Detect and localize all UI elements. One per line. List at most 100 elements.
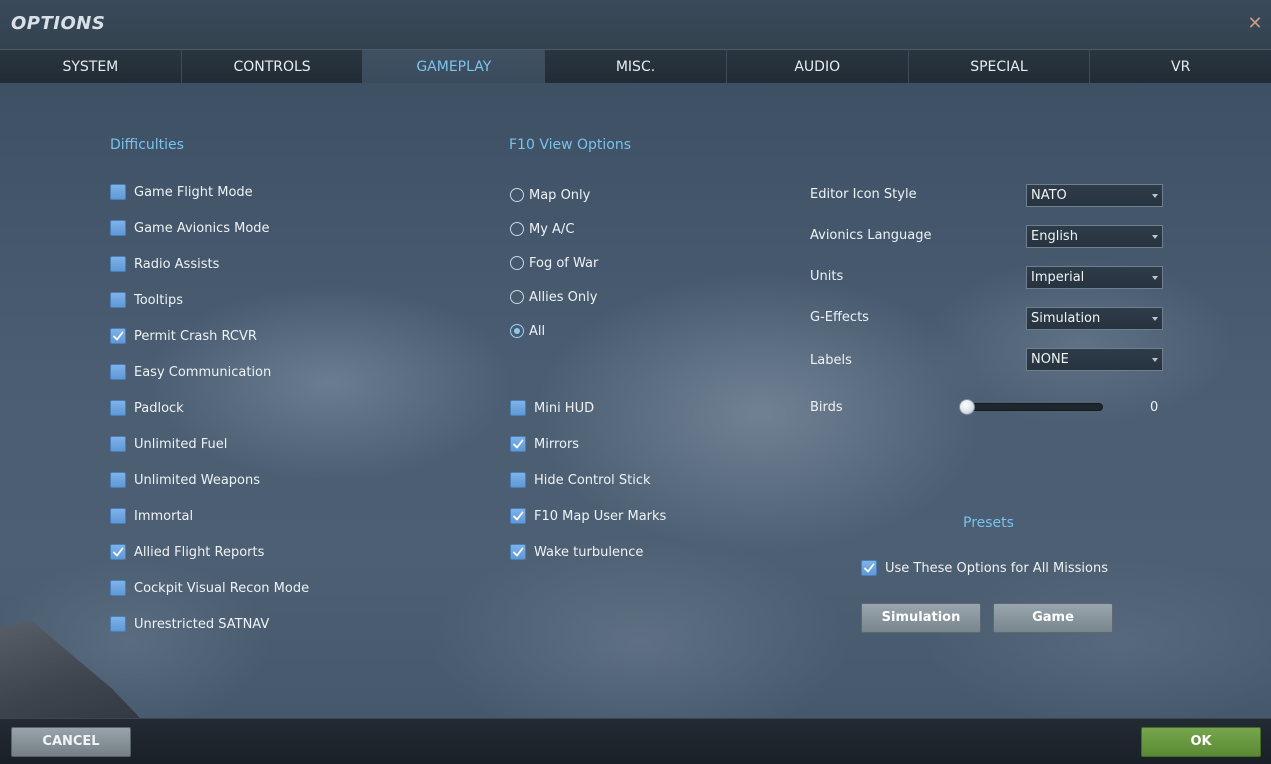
tab-system[interactable]: SYSTEM [0, 49, 182, 83]
checkbox-box [110, 472, 126, 488]
checkbox-label: Immortal [134, 508, 194, 524]
close-icon[interactable]: ✕ [1245, 14, 1265, 34]
difficulty-unlimited-fuel-checkbox[interactable]: Unlimited Fuel [110, 434, 227, 454]
checkmark-icon [513, 439, 524, 449]
use-for-all-missions-label: Use These Options for All Missions [885, 560, 1108, 576]
radio-label: Map Only [529, 187, 591, 203]
chevron-down-icon [1152, 317, 1158, 321]
checkbox-label: Unlimited Fuel [134, 436, 228, 452]
checkbox-box [110, 580, 126, 596]
checkbox-box [110, 220, 126, 236]
difficulty-radio-assists-checkbox[interactable]: Radio Assists [110, 254, 219, 274]
radio-dot [514, 328, 520, 334]
difficulty-game-flight-mode-checkbox[interactable]: Game Flight Mode [110, 182, 253, 202]
checkbox-box [110, 364, 126, 380]
presets-heading: Presets [963, 515, 1014, 531]
radio-button-circle [510, 188, 524, 202]
difficulty-unlimited-weapons-checkbox[interactable]: Unlimited Weapons [110, 470, 260, 490]
radio-label: All [529, 323, 546, 339]
difficulty-easy-communication-checkbox[interactable]: Easy Communication [110, 362, 271, 382]
checkbox-box [861, 560, 877, 576]
difficulty-unrestricted-satnav-checkbox[interactable]: Unrestricted SATNAV [110, 614, 269, 634]
birds-slider-track[interactable] [966, 403, 1103, 411]
f10-option-allies-only-radio[interactable]: Allies Only [510, 287, 597, 307]
checkbox-label: Tooltips [134, 292, 183, 308]
dropdown-value: Simulation [1031, 311, 1101, 326]
dropdown-value: Imperial [1031, 270, 1085, 285]
view-mirrors-checkbox[interactable]: Mirrors [510, 434, 579, 454]
dropdown-value: NATO [1031, 188, 1067, 203]
difficulty-game-avionics-mode-checkbox[interactable]: Game Avionics Mode [110, 218, 270, 238]
checkbox-label: Easy Communication [134, 364, 272, 380]
f10-option-fog-of-war-radio[interactable]: Fog of War [510, 253, 598, 273]
checkbox-box [110, 616, 126, 632]
f10-option-map-only-radio[interactable]: Map Only [510, 185, 590, 205]
radio-button-circle [510, 324, 524, 338]
checkbox-label: Hide Control Stick [534, 472, 651, 488]
checkbox-box [110, 328, 126, 344]
difficulties-heading: Difficulties [110, 137, 184, 153]
g-effects-dropdown[interactable]: Simulation [1026, 307, 1163, 330]
game-preset-button[interactable]: Game [993, 603, 1113, 633]
f10-option-all-radio[interactable]: All [510, 321, 545, 341]
checkmark-icon [513, 547, 524, 557]
checkbox-box [510, 436, 526, 452]
units-label: Units [810, 269, 844, 284]
chevron-down-icon [1152, 194, 1158, 198]
avionics-language-label: Avionics Language [810, 228, 932, 243]
cancel-button[interactable]: CANCEL [11, 727, 131, 757]
tab-audio[interactable]: AUDIO [726, 49, 909, 83]
f10-option-my-a-c-radio[interactable]: My A/C [510, 219, 574, 239]
editor-icon-style-label: Editor Icon Style [810, 187, 917, 202]
dropdown-value: English [1031, 229, 1078, 244]
checkbox-box [110, 544, 126, 560]
difficulty-cockpit-visual-recon-mode-checkbox[interactable]: Cockpit Visual Recon Mode [110, 578, 309, 598]
radio-button-circle [510, 256, 524, 270]
checkbox-label: Mini HUD [534, 400, 595, 416]
checkbox-box [110, 400, 126, 416]
checkbox-box [510, 400, 526, 416]
window-title: OPTIONS [11, 13, 106, 34]
checkmark-icon [864, 563, 875, 573]
checkbox-label: Radio Assists [134, 256, 220, 272]
view-mini-hud-checkbox[interactable]: Mini HUD [510, 398, 594, 418]
labels-dropdown[interactable]: NONE [1026, 348, 1163, 371]
birds-slider-handle[interactable] [959, 399, 975, 415]
footer-bar [0, 718, 1271, 764]
difficulty-immortal-checkbox[interactable]: Immortal [110, 506, 193, 526]
tab-vr[interactable]: VR [1090, 49, 1271, 83]
checkbox-label: Unlimited Weapons [134, 472, 261, 488]
tab-gameplay[interactable]: GAMEPLAY [363, 49, 546, 83]
avionics-language-dropdown[interactable]: English [1026, 225, 1163, 248]
view-wake-turbulence-checkbox[interactable]: Wake turbulence [510, 542, 643, 562]
simulation-preset-button[interactable]: Simulation [861, 603, 981, 633]
checkbox-box [110, 184, 126, 200]
radio-label: Allies Only [529, 289, 598, 305]
tab-misc[interactable]: MISC. [545, 49, 727, 83]
view-hide-control-stick-checkbox[interactable]: Hide Control Stick [510, 470, 651, 490]
labels-label: Labels [810, 353, 852, 368]
units-dropdown[interactable]: Imperial [1026, 266, 1163, 289]
difficulty-padlock-checkbox[interactable]: Padlock [110, 398, 184, 418]
difficulty-tooltips-checkbox[interactable]: Tooltips [110, 290, 183, 310]
view-f10-map-user-marks-checkbox[interactable]: F10 Map User Marks [510, 506, 666, 526]
editor-icon-style-dropdown[interactable]: NATO [1026, 184, 1163, 207]
birds-value: 0 [1150, 400, 1159, 415]
checkbox-box [510, 472, 526, 488]
difficulty-permit-crash-rcvr-checkbox[interactable]: Permit Crash RCVR [110, 326, 257, 346]
g-effects-label: G-Effects [810, 310, 869, 325]
difficulty-allied-flight-reports-checkbox[interactable]: Allied Flight Reports [110, 542, 264, 562]
ok-button[interactable]: OK [1141, 727, 1261, 757]
checkmark-icon [113, 331, 124, 341]
radio-button-circle [510, 290, 524, 304]
checkbox-box [510, 508, 526, 524]
tab-controls[interactable]: CONTROLS [181, 49, 364, 83]
radio-button-circle [510, 222, 524, 236]
checkbox-box [110, 436, 126, 452]
checkbox-box [510, 544, 526, 560]
checkmark-icon [113, 547, 124, 557]
tab-special[interactable]: SPECIAL [908, 49, 1091, 83]
use-for-all-missions-checkbox[interactable]: Use These Options for All Missions [861, 558, 1108, 578]
checkbox-label: Permit Crash RCVR [134, 328, 257, 344]
chevron-down-icon [1152, 276, 1158, 280]
